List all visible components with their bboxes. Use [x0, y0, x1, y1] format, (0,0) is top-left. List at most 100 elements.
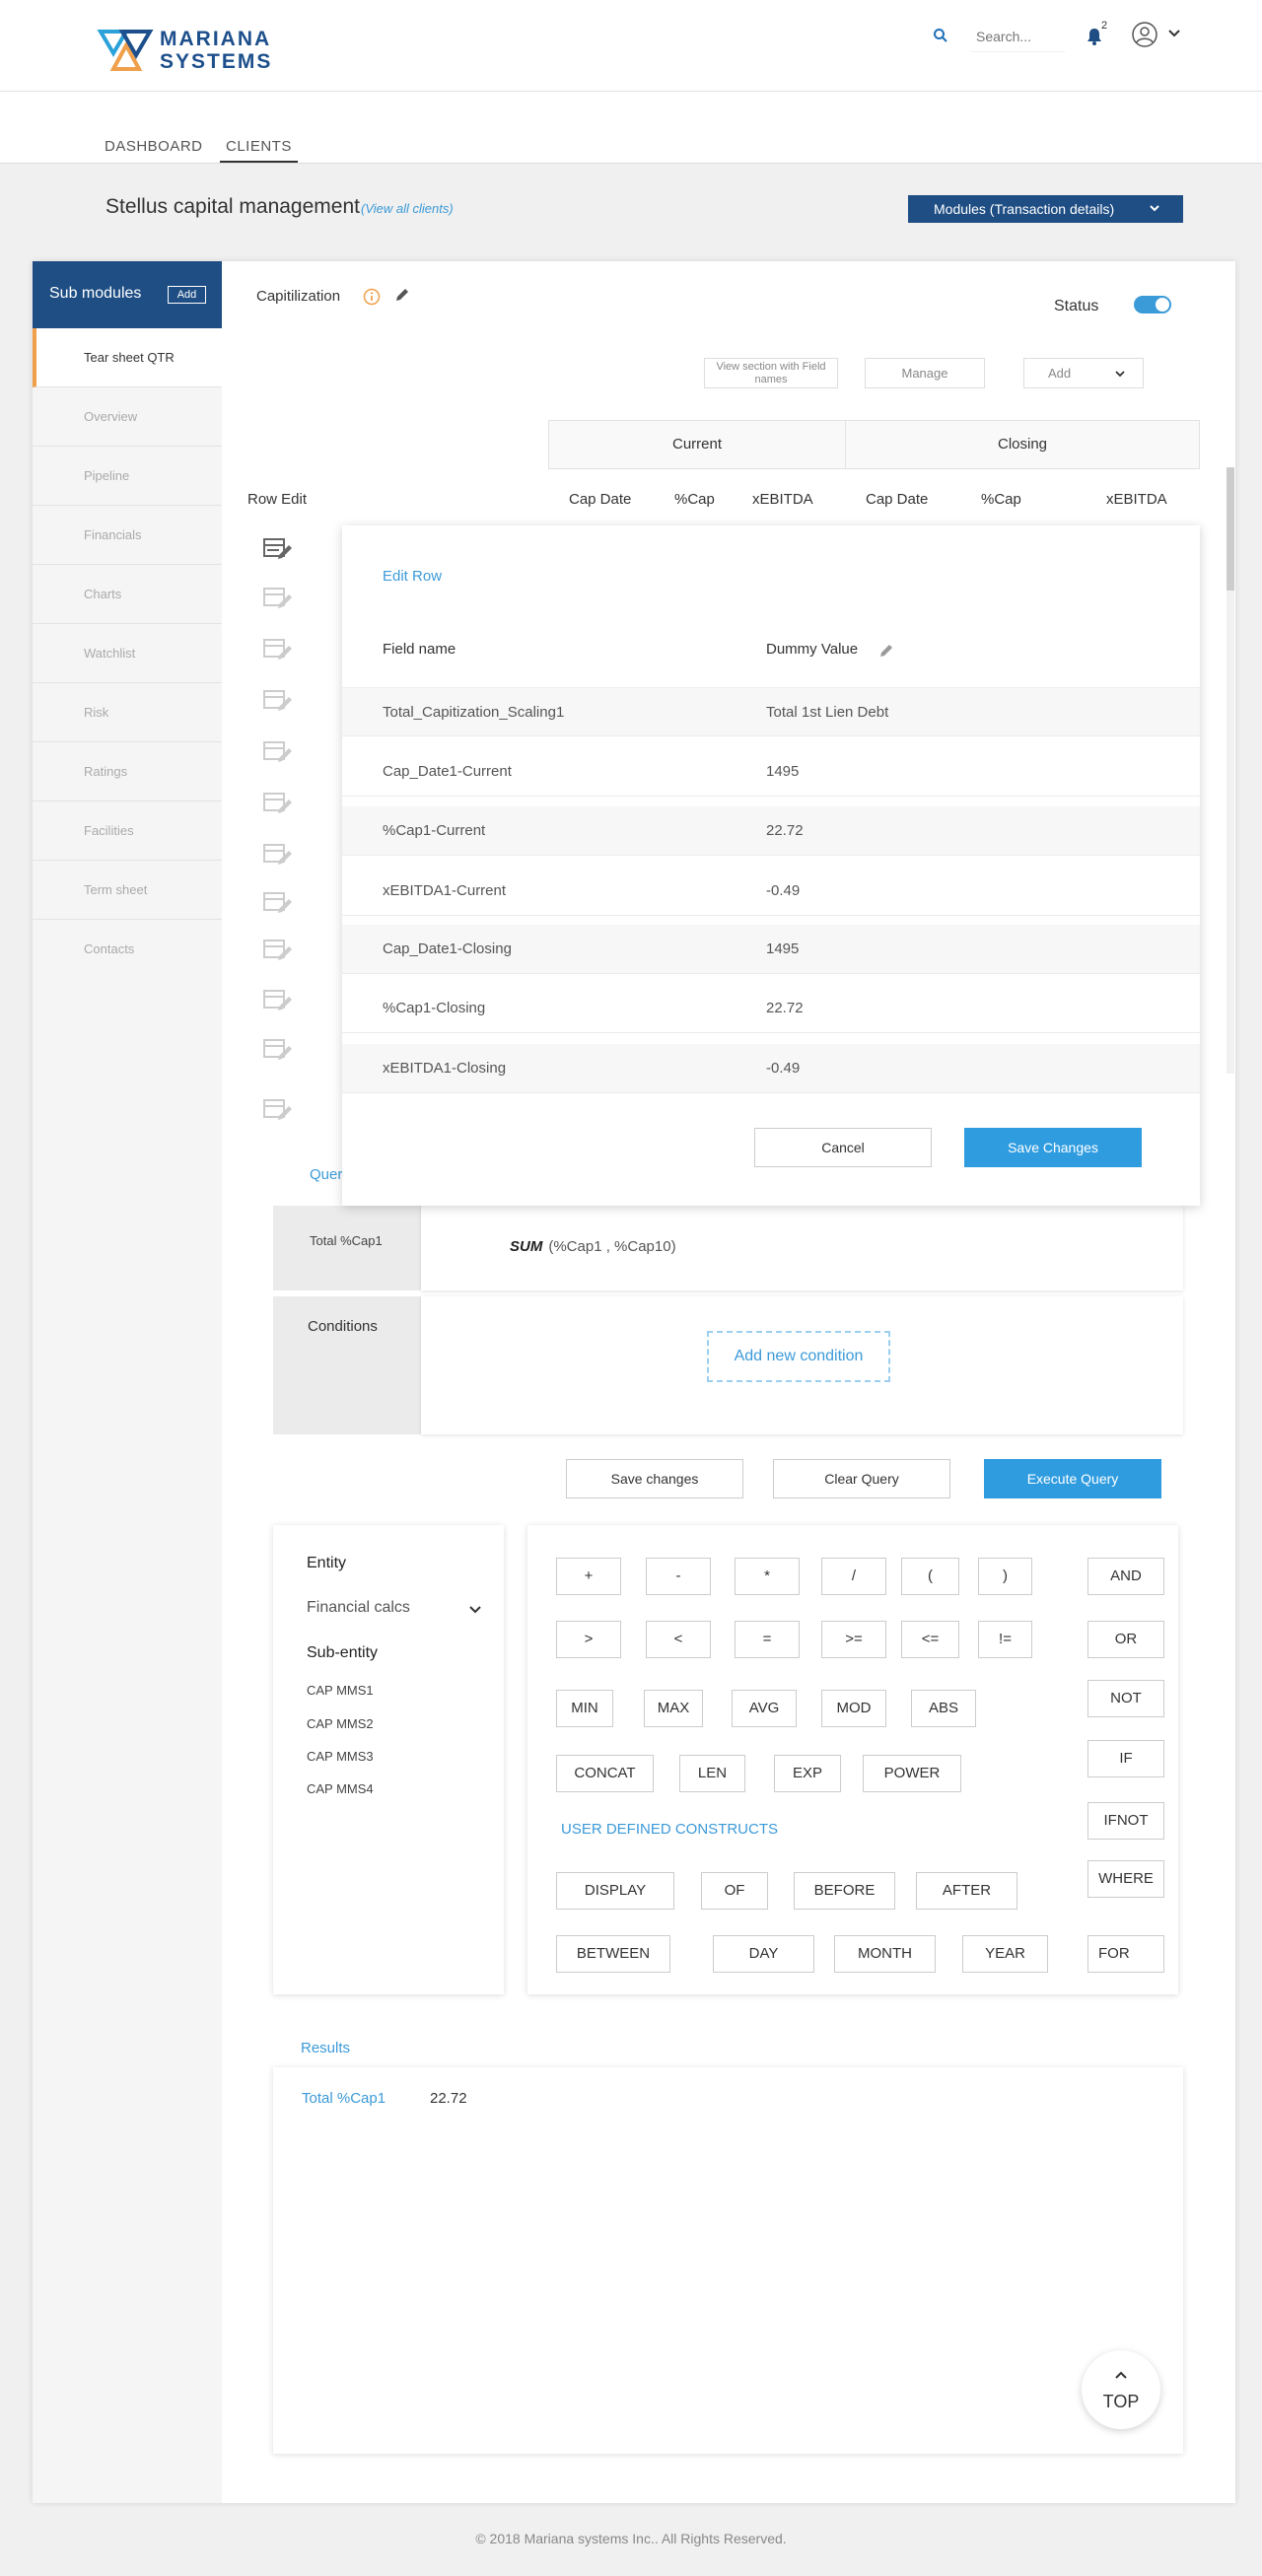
- operator-gt-button[interactable]: >: [556, 1621, 621, 1658]
- sub-entity-item[interactable]: CAP MMS2: [307, 1716, 374, 1731]
- view-all-clients-link[interactable]: (View all clients): [361, 201, 454, 216]
- operator-multiply-button[interactable]: *: [735, 1558, 800, 1595]
- operator-minus-button[interactable]: -: [646, 1558, 711, 1595]
- modal-row[interactable]: xEBITDA1-Closing -0.49: [342, 1044, 1200, 1093]
- chevron-down-icon[interactable]: [469, 1606, 481, 1614]
- modal-row[interactable]: xEBITDA1-Current -0.49: [342, 867, 1200, 916]
- search-icon[interactable]: [933, 28, 948, 43]
- edit-pencil-icon[interactable]: [878, 643, 894, 659]
- cancel-button[interactable]: Cancel: [754, 1128, 932, 1167]
- row-edit-icon[interactable]: [263, 989, 293, 1012]
- clear-query-button[interactable]: Clear Query: [773, 1459, 950, 1498]
- construct-after-button[interactable]: AFTER: [916, 1872, 1017, 1910]
- logical-or-button[interactable]: OR: [1087, 1621, 1164, 1658]
- logical-and-button[interactable]: AND: [1087, 1558, 1164, 1595]
- sidebar-item-facilities[interactable]: Facilities: [33, 801, 222, 861]
- function-exp-button[interactable]: EXP: [774, 1755, 841, 1792]
- edit-pencil-icon[interactable]: [394, 287, 410, 303]
- row-edit-icon[interactable]: [263, 792, 293, 815]
- sidebar-item-watchlist[interactable]: Watchlist: [33, 624, 222, 683]
- function-avg-button[interactable]: AVG: [732, 1690, 797, 1727]
- function-mod-button[interactable]: MOD: [821, 1690, 886, 1727]
- operator-divide-button[interactable]: /: [821, 1558, 886, 1595]
- sidebar-item-term-sheet[interactable]: Term sheet: [33, 861, 222, 920]
- construct-display-button[interactable]: DISPLAY: [556, 1872, 674, 1910]
- info-icon[interactable]: [363, 288, 381, 306]
- row-edit-icon[interactable]: [263, 843, 293, 867]
- user-menu-chevron-icon[interactable]: [1168, 30, 1180, 37]
- search-input[interactable]: [976, 26, 1063, 47]
- add-dropdown[interactable]: Add: [1023, 358, 1144, 388]
- sidebar-item-ratings[interactable]: Ratings: [33, 742, 222, 801]
- operator-eq-button[interactable]: =: [735, 1621, 800, 1658]
- row-edit-icon[interactable]: [263, 939, 293, 962]
- status-toggle[interactable]: [1134, 296, 1171, 313]
- bell-icon[interactable]: [1087, 28, 1102, 45]
- operator-neq-button[interactable]: !=: [978, 1621, 1032, 1658]
- table-scrollbar-thumb[interactable]: [1227, 467, 1234, 591]
- user-avatar-icon[interactable]: [1132, 22, 1157, 47]
- modules-dropdown[interactable]: Modules (Transaction details): [908, 195, 1183, 223]
- logical-where-button[interactable]: WHERE: [1087, 1860, 1164, 1898]
- logical-ifnot-button[interactable]: IFNOT: [1087, 1802, 1164, 1840]
- entity-select[interactable]: Financial calcs: [307, 1599, 410, 1617]
- view-section-field-names-button[interactable]: View section with Field names: [704, 358, 838, 388]
- sub-entity-item[interactable]: CAP MMS3: [307, 1749, 374, 1764]
- construct-year-button[interactable]: YEAR: [962, 1935, 1048, 1973]
- function-min-button[interactable]: MIN: [556, 1690, 613, 1727]
- modal-row[interactable]: %Cap1-Closing 22.72: [342, 984, 1200, 1033]
- row-edit-icon[interactable]: [263, 1098, 293, 1122]
- manage-button[interactable]: Manage: [865, 358, 985, 388]
- execute-query-button[interactable]: Execute Query: [984, 1459, 1161, 1498]
- tab-clients[interactable]: CLIENTS: [220, 138, 298, 163]
- operator-open-paren-button[interactable]: (: [901, 1558, 959, 1595]
- modal-row[interactable]: Cap_Date1-Current 1495: [342, 747, 1200, 797]
- function-power-button[interactable]: POWER: [863, 1755, 961, 1792]
- add-new-condition-button[interactable]: Add new condition: [707, 1331, 890, 1382]
- sub-entity-item[interactable]: CAP MMS1: [307, 1683, 374, 1698]
- logical-not-button[interactable]: NOT: [1087, 1680, 1164, 1717]
- function-abs-button[interactable]: ABS: [911, 1690, 976, 1727]
- logical-for-button[interactable]: FOR: [1087, 1935, 1164, 1973]
- modal-row[interactable]: %Cap1-Current 22.72: [342, 806, 1200, 856]
- operator-close-paren-button[interactable]: ): [978, 1558, 1032, 1595]
- modal-row[interactable]: Total_Capitization_Scaling1 Total 1st Lie…: [342, 687, 1200, 736]
- function-len-button[interactable]: LEN: [679, 1755, 745, 1792]
- add-submodule-button[interactable]: Add: [168, 286, 206, 304]
- mariana-logo-icon[interactable]: [97, 28, 154, 73]
- sidebar-item-tear-sheet-qtr[interactable]: Tear sheet QTR: [33, 328, 222, 387]
- construct-before-button[interactable]: BEFORE: [794, 1872, 895, 1910]
- row-edit-icon[interactable]: [263, 537, 293, 561]
- scroll-to-top-button[interactable]: TOP: [1082, 2350, 1160, 2429]
- sidebar-item-overview[interactable]: Overview: [33, 387, 222, 447]
- row-edit-icon[interactable]: [263, 891, 293, 915]
- result-name[interactable]: Total %Cap1: [302, 2090, 386, 2107]
- tab-dashboard[interactable]: DASHBOARD: [105, 138, 203, 155]
- function-concat-button[interactable]: CONCAT: [556, 1755, 654, 1792]
- function-max-button[interactable]: MAX: [644, 1690, 703, 1727]
- construct-between-button[interactable]: BETWEEN: [556, 1935, 670, 1973]
- sidebar-item-financials[interactable]: Financials: [33, 506, 222, 565]
- row-edit-icon[interactable]: [263, 740, 293, 764]
- operator-plus-button[interactable]: +: [556, 1558, 621, 1595]
- modal-row[interactable]: Cap_Date1-Closing 1495: [342, 925, 1200, 974]
- row-edit-icon[interactable]: [263, 689, 293, 713]
- save-changes-modal-button[interactable]: Save Changes: [964, 1128, 1142, 1167]
- operator-lte-button[interactable]: <=: [901, 1621, 959, 1658]
- sidebar-item-risk[interactable]: Risk: [33, 683, 222, 742]
- sidebar-item-charts[interactable]: Charts: [33, 565, 222, 624]
- row-edit-icon[interactable]: [263, 1038, 293, 1062]
- logical-if-button[interactable]: IF: [1087, 1740, 1164, 1777]
- operator-lt-button[interactable]: <: [646, 1621, 711, 1658]
- construct-day-button[interactable]: DAY: [713, 1935, 814, 1973]
- logo-text[interactable]: MARIANA SYSTEMS: [160, 28, 272, 73]
- construct-of-button[interactable]: OF: [701, 1872, 768, 1910]
- sub-entity-item[interactable]: CAP MMS4: [307, 1781, 374, 1796]
- row-edit-icon[interactable]: [263, 587, 293, 610]
- construct-month-button[interactable]: MONTH: [834, 1935, 936, 1973]
- row-edit-icon[interactable]: [263, 638, 293, 661]
- save-changes-button[interactable]: Save changes: [566, 1459, 743, 1498]
- sidebar-item-contacts[interactable]: Contacts: [33, 920, 222, 979]
- sidebar-item-pipeline[interactable]: Pipeline: [33, 447, 222, 506]
- operator-gte-button[interactable]: >=: [821, 1621, 886, 1658]
